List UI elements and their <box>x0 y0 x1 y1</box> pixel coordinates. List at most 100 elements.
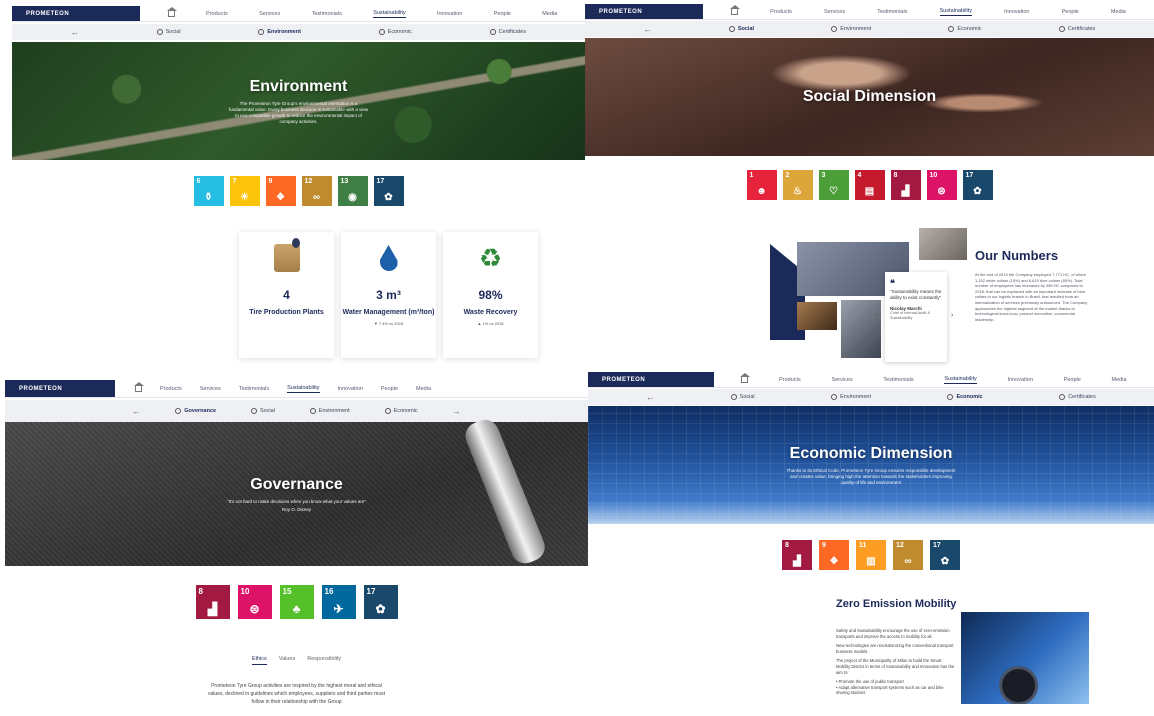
nav-people[interactable]: People <box>1062 9 1079 15</box>
subnav-certificates[interactable]: Certificates <box>1059 394 1096 400</box>
sdg-number: 4 <box>857 172 862 179</box>
sdg-number: 10 <box>240 587 250 596</box>
subnav-environment[interactable]: Environment <box>831 394 871 400</box>
nav-sustainability[interactable]: Sustainability <box>939 8 972 16</box>
nav-testimonials[interactable]: Testimonials <box>312 11 342 17</box>
nav-media[interactable]: Media <box>542 11 557 17</box>
nav-media[interactable]: Media <box>416 386 431 392</box>
back-arrow-icon[interactable]: ← <box>132 407 140 416</box>
subnav-environment[interactable]: Environment <box>309 408 350 414</box>
tab-responsibility[interactable]: Responsibility <box>307 656 341 665</box>
globe-icon <box>831 26 838 32</box>
nav-people[interactable]: People <box>381 386 398 392</box>
nav-media[interactable]: Media <box>1112 377 1127 383</box>
nav-sustainability[interactable]: Sustainability <box>373 10 406 18</box>
tab-ethics[interactable]: Ethics <box>251 656 267 665</box>
hero-title: Social Dimension <box>802 88 937 105</box>
forward-arrow-icon[interactable]: → <box>453 407 461 416</box>
subnav-certificates[interactable]: Certificates <box>1058 26 1095 32</box>
logo[interactable]: PROMETEON <box>585 4 703 19</box>
sdg-tile: 9 ❖ <box>265 176 296 206</box>
recycle-icon: ♻ <box>478 242 503 273</box>
subnav-social[interactable]: Social <box>156 29 181 35</box>
sdg-number: 16 <box>324 587 334 596</box>
certificate-icon <box>489 29 496 35</box>
sdg-number: 9 <box>268 178 273 185</box>
nav-testimonials[interactable]: Testimonials <box>239 386 269 392</box>
sdg-tile: 1 ☻ <box>746 170 777 200</box>
sdg-number: 8 <box>893 172 898 179</box>
subnav-economic[interactable]: Economic <box>384 408 418 414</box>
hero-title: Economic Dimension <box>789 444 953 462</box>
nav-services[interactable]: Services <box>259 11 280 17</box>
subnav-economic-label: Economic <box>957 26 982 32</box>
nav-people[interactable]: People <box>1064 377 1081 383</box>
quote-prev-icon[interactable]: ‹ <box>875 312 877 319</box>
back-arrow-icon[interactable]: ← <box>646 393 654 402</box>
home-icon[interactable] <box>740 372 751 383</box>
nav-products[interactable]: Products <box>160 386 182 392</box>
sub-nav: ← Social Environment Economic Certificat… <box>588 389 1154 405</box>
home-icon[interactable] <box>730 4 741 15</box>
nav-media[interactable]: Media <box>1111 9 1126 15</box>
nav-people[interactable]: People <box>494 11 511 17</box>
nav-testimonials[interactable]: Testimonials <box>883 377 913 383</box>
subnav-environment-label: Environment <box>318 408 350 414</box>
heartbeat-icon: ♡ <box>829 186 838 197</box>
sdg-tile: 11 ▥ <box>856 540 886 570</box>
subnav-social[interactable]: Social <box>730 394 755 400</box>
sub-nav: ← Social Environment Economic Certificat… <box>585 21 1154 37</box>
top-nav: PROMETEON Products Services Testimonials… <box>5 380 588 398</box>
stat-delta: ▼ 7.4% vs 2018 <box>373 321 404 326</box>
nav-products[interactable]: Products <box>779 377 801 383</box>
subnav-environment[interactable]: Environment <box>831 26 871 32</box>
nav-innovation[interactable]: Innovation <box>338 386 363 392</box>
subnav-economic[interactable]: Economic <box>948 26 982 32</box>
subnav-social[interactable]: Social <box>250 408 275 414</box>
home-icon[interactable] <box>134 381 144 392</box>
people-icon: ☻ <box>756 186 767 197</box>
subnav-social-label: Social <box>739 394 755 400</box>
tab-values[interactable]: Values <box>279 656 295 665</box>
quote-next-icon[interactable]: › <box>951 312 953 319</box>
nav-sustainability[interactable]: Sustainability <box>287 385 320 393</box>
subnav-governance[interactable]: Governance <box>175 408 216 414</box>
nav-services[interactable]: Services <box>200 386 221 392</box>
nav-products[interactable]: Products <box>206 11 228 17</box>
sdg-tile: 4 ▤ <box>854 170 885 200</box>
nav-services[interactable]: Services <box>832 377 853 383</box>
subnav-economic[interactable]: Economic <box>947 394 983 400</box>
nav-innovation[interactable]: Innovation <box>1008 377 1033 383</box>
certificate-icon <box>1059 394 1066 400</box>
logo[interactable]: PROMETEON <box>12 6 140 21</box>
book-icon: ▤ <box>864 186 875 197</box>
event-photo <box>797 302 837 330</box>
social-hero: Social Dimension <box>585 38 1154 156</box>
nav-innovation[interactable]: Innovation <box>1004 9 1029 15</box>
nav-innovation[interactable]: Innovation <box>437 11 462 17</box>
cubes-icon: ❖ <box>829 556 839 567</box>
nav-products[interactable]: Products <box>770 9 792 15</box>
nav-services[interactable]: Services <box>824 9 845 15</box>
sdg-tile: 6 ⚱ <box>193 176 224 206</box>
subnav-certificates[interactable]: Certificates <box>489 29 526 35</box>
hero-text: Thanks to its Ethical Code, Prometeon Ty… <box>786 467 956 485</box>
paragraph: The project of the Municipality of Milan… <box>836 658 955 675</box>
subnav-environment[interactable]: Environment <box>258 29 301 35</box>
hero-author: Roy O. Disney <box>281 507 311 512</box>
list-item: • Adapt alternative transport systems su… <box>836 684 944 696</box>
home-icon[interactable] <box>166 6 177 17</box>
nav-sustainability[interactable]: Sustainability <box>944 376 977 384</box>
sdg-tile: 9 ❖ <box>819 540 849 570</box>
back-arrow-icon[interactable]: ← <box>71 28 79 37</box>
governance-page: PROMETEON Products Services Testimonials… <box>5 380 588 716</box>
truck-tyre-photo <box>961 612 1089 704</box>
logo[interactable]: PROMETEON <box>5 380 115 397</box>
nav-testimonials[interactable]: Testimonials <box>877 9 907 15</box>
subnav-economic[interactable]: Economic <box>378 29 412 35</box>
back-arrow-icon[interactable]: ← <box>644 25 652 34</box>
subnav-social[interactable]: Social <box>728 26 754 32</box>
sub-nav: ← Social Environment Economic Certificat… <box>12 24 585 40</box>
chart-icon: ▟ <box>793 556 801 567</box>
logo[interactable]: PROMETEON <box>588 372 714 387</box>
